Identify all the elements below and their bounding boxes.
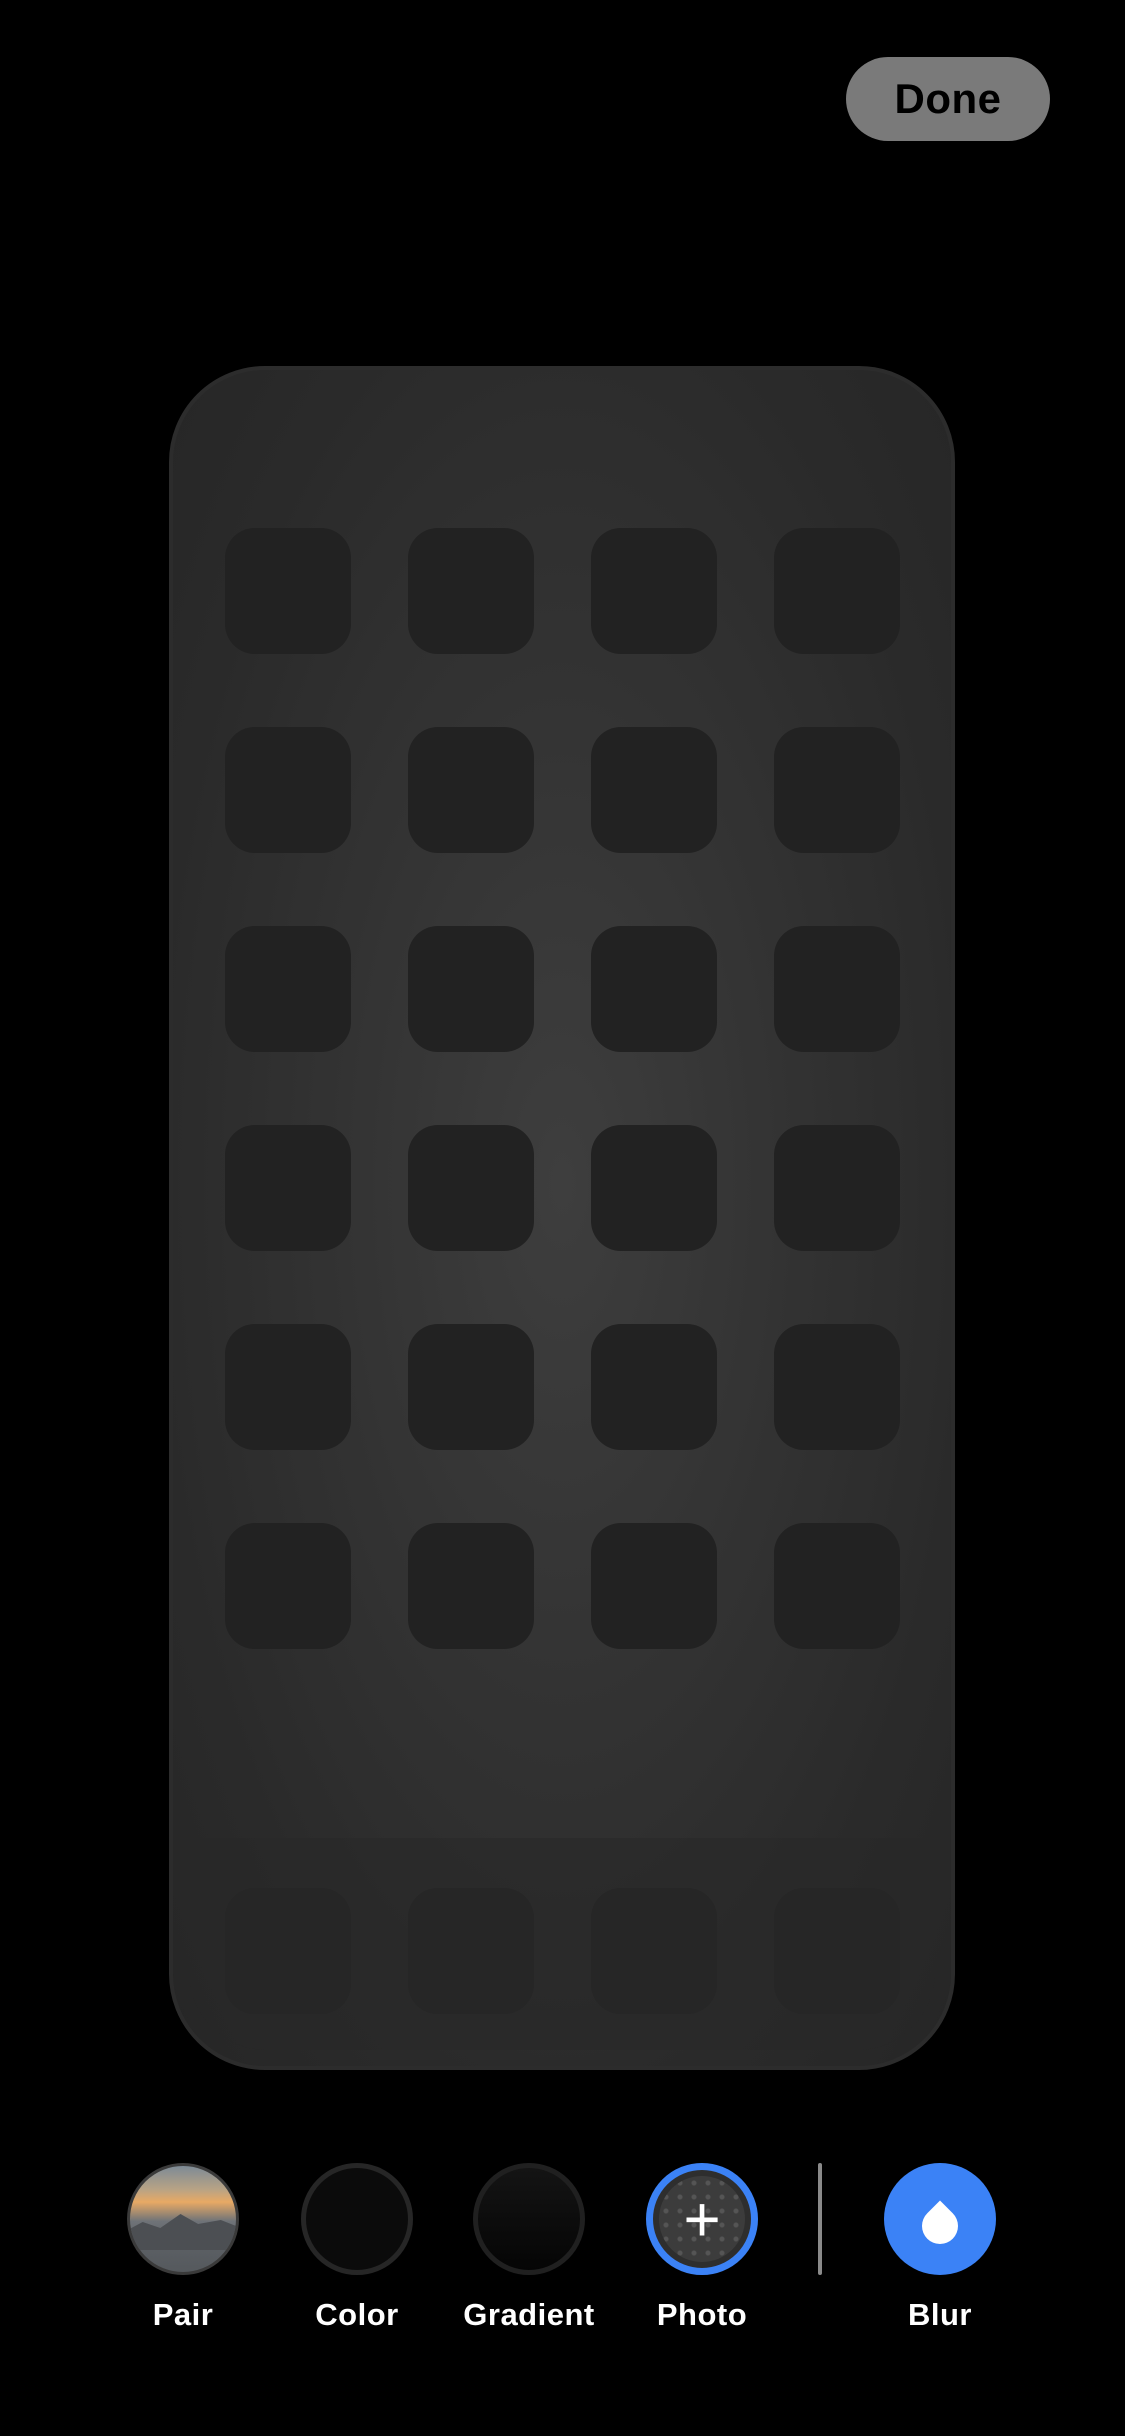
dock-app-placeholder bbox=[774, 1888, 900, 2014]
app-placeholder bbox=[591, 1324, 717, 1450]
dock-apps bbox=[225, 1888, 900, 2014]
option-color[interactable]: Color bbox=[267, 2163, 447, 2333]
app-placeholder bbox=[408, 1324, 534, 1450]
app-placeholder bbox=[774, 528, 900, 654]
dock-app-placeholder bbox=[225, 1888, 351, 2014]
plus-icon: + bbox=[659, 2176, 745, 2262]
option-color-label: Color bbox=[315, 2297, 399, 2332]
home-screen-preview bbox=[169, 366, 955, 2070]
app-placeholder bbox=[225, 1324, 351, 1450]
droplet-icon bbox=[914, 2200, 966, 2252]
done-button[interactable]: Done bbox=[846, 57, 1050, 141]
dock-app-placeholder bbox=[591, 1888, 717, 2014]
options-divider bbox=[818, 2163, 822, 2275]
option-pair[interactable]: Pair bbox=[93, 2163, 273, 2333]
app-placeholder bbox=[225, 727, 351, 853]
app-placeholder bbox=[591, 528, 717, 654]
app-placeholder bbox=[225, 528, 351, 654]
option-blur-label: Blur bbox=[908, 2297, 972, 2332]
app-placeholder bbox=[408, 727, 534, 853]
option-gradient-label: Gradient bbox=[463, 2297, 595, 2332]
app-placeholder bbox=[408, 1125, 534, 1251]
dock-app-placeholder bbox=[408, 1888, 534, 2014]
color-swatch[interactable] bbox=[301, 2163, 413, 2275]
photo-button[interactable]: + bbox=[646, 2163, 758, 2275]
app-placeholder bbox=[774, 1523, 900, 1649]
option-blur[interactable]: Blur bbox=[850, 2163, 1030, 2333]
app-placeholder bbox=[591, 1523, 717, 1649]
option-photo[interactable]: + Photo bbox=[612, 2163, 792, 2333]
option-gradient[interactable]: Gradient bbox=[439, 2163, 619, 2333]
app-placeholder bbox=[408, 528, 534, 654]
app-placeholder bbox=[591, 727, 717, 853]
blur-button[interactable] bbox=[884, 2163, 996, 2275]
app-placeholder bbox=[774, 926, 900, 1052]
gradient-swatch[interactable] bbox=[473, 2163, 585, 2275]
app-placeholder bbox=[774, 1324, 900, 1450]
app-placeholder bbox=[225, 1523, 351, 1649]
mountain-icon bbox=[130, 2214, 236, 2250]
option-pair-label: Pair bbox=[152, 2297, 214, 2332]
app-placeholder bbox=[225, 926, 351, 1052]
app-placeholder bbox=[774, 1125, 900, 1251]
app-grid bbox=[225, 528, 900, 1649]
app-placeholder bbox=[774, 727, 900, 853]
app-placeholder bbox=[591, 926, 717, 1052]
app-placeholder bbox=[408, 1523, 534, 1649]
pair-thumbnail[interactable] bbox=[127, 2163, 239, 2275]
app-placeholder bbox=[408, 926, 534, 1052]
app-placeholder bbox=[591, 1125, 717, 1251]
option-photo-label: Photo bbox=[656, 2297, 748, 2332]
app-placeholder bbox=[225, 1125, 351, 1251]
